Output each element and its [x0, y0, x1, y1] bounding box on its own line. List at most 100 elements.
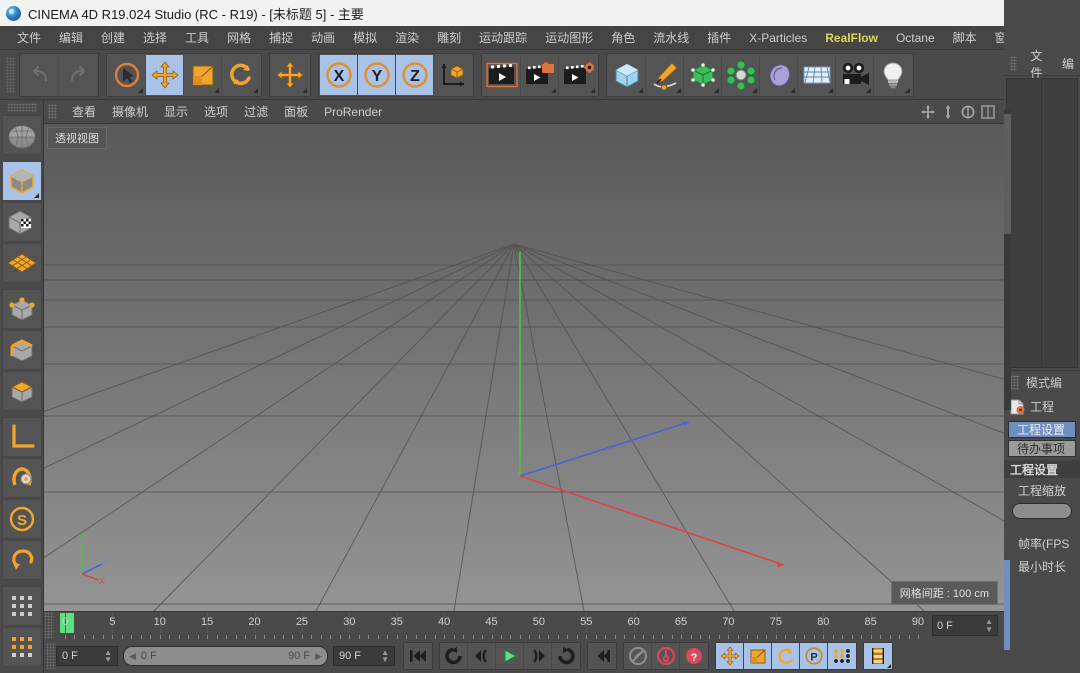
menu-item-mograph[interactable]: 运动图形: [536, 27, 602, 48]
key-rotation-icon[interactable]: [772, 643, 800, 669]
timeline-ruler[interactable]: 0 5 10 15 20 25 30 35 40 45 50 55 60 65 70 75 80 85 90: [54, 612, 928, 639]
current-frame-spinner[interactable]: ▲ ▼: [104, 649, 112, 664]
range-left-arrow-icon[interactable]: ◀: [129, 651, 136, 662]
autokey-disabled-icon[interactable]: [624, 643, 652, 669]
timeline-frame-spinner[interactable]: ▲ ▼: [985, 617, 993, 634]
live-selection-icon[interactable]: [108, 54, 146, 95]
attribute-project-row[interactable]: 工程: [1004, 394, 1080, 419]
uv-polygon-icon[interactable]: [1, 627, 42, 667]
menu-item-snap[interactable]: 捕捉: [260, 27, 302, 48]
viewport-header-grip[interactable]: [48, 104, 57, 119]
viewport-menu-view[interactable]: 查看: [64, 101, 104, 122]
go-to-end-icon[interactable]: [588, 643, 616, 669]
dolly-view-icon[interactable]: [940, 104, 956, 120]
menu-item-character[interactable]: 角色: [602, 27, 644, 48]
object-menu-edit[interactable]: 编: [1056, 53, 1080, 74]
viewport-solo-icon[interactable]: [1, 115, 42, 155]
object-manager-scrollbar-thumb[interactable]: [1004, 114, 1011, 234]
workplane-icon[interactable]: [1, 417, 42, 457]
next-key-icon[interactable]: [524, 643, 552, 669]
floor-scene-icon[interactable]: [798, 54, 836, 95]
tab-todo-items[interactable]: 待办事项: [1008, 440, 1076, 457]
menu-item-motion-tracker[interactable]: 运动跟踪: [470, 27, 536, 48]
undo-icon[interactable]: [21, 54, 59, 95]
menu-item-file[interactable]: 文件: [8, 27, 50, 48]
pan-view-icon[interactable]: [920, 104, 936, 120]
viewport-menu-filter[interactable]: 过滤: [236, 101, 276, 122]
spline-pen-icon[interactable]: [646, 54, 684, 95]
key-param-p-icon[interactable]: P: [800, 643, 828, 669]
menu-item-octane[interactable]: Octane: [887, 29, 944, 47]
key-position-icon[interactable]: [716, 643, 744, 669]
grid-polygon-icon[interactable]: [1, 243, 42, 283]
world-object-axis-icon[interactable]: [434, 54, 472, 95]
render-to-picture-viewer-icon[interactable]: [521, 54, 559, 95]
texture-axis-icon[interactable]: [1, 202, 42, 242]
play-backwards-loop-icon[interactable]: [440, 643, 468, 669]
menu-item-select[interactable]: 选择: [134, 27, 176, 48]
z-axis-icon[interactable]: Z: [396, 54, 434, 95]
attribute-menu-mode[interactable]: 模式: [1026, 374, 1050, 391]
object-manager-list[interactable]: [1006, 78, 1078, 368]
preview-range-slider[interactable]: ◀ 0 F 90 F ▶: [123, 646, 328, 666]
menu-item-script[interactable]: 脚本: [944, 27, 986, 48]
attribute-manager-grip[interactable]: [1010, 375, 1019, 390]
maximize-viewport-icon[interactable]: [980, 104, 996, 120]
move-icon[interactable]: [146, 54, 184, 95]
object-manager-scrollbar[interactable]: [1004, 110, 1011, 410]
y-axis-icon[interactable]: Y: [358, 54, 396, 95]
timeline-frame-field[interactable]: 0 F ▲ ▼: [932, 615, 998, 636]
viewport-canvas[interactable]: 透视视图 Y Z X 网格间距: 100 cm: [44, 124, 1004, 611]
menu-item-tools[interactable]: 工具: [176, 27, 218, 48]
nurbs-icon[interactable]: [684, 54, 722, 95]
timeline-grip[interactable]: [44, 612, 54, 639]
render-view-icon[interactable]: [483, 54, 521, 95]
range-right-arrow-icon[interactable]: ▶: [315, 651, 322, 662]
soft-selection-icon[interactable]: S: [1, 499, 42, 539]
menu-item-mesh[interactable]: 网格: [218, 27, 260, 48]
menu-item-plugins[interactable]: 插件: [698, 27, 740, 48]
deformer-icon[interactable]: [760, 54, 798, 95]
toolbar-grip[interactable]: [6, 56, 15, 93]
key-point-level-icon[interactable]: [828, 643, 856, 669]
menu-item-pipeline[interactable]: 流水线: [644, 27, 698, 48]
render-settings-icon[interactable]: [559, 54, 597, 95]
current-frame-input[interactable]: 0 F ▲ ▼: [56, 646, 118, 666]
key-scale-icon[interactable]: [744, 643, 772, 669]
polygon-mode-icon[interactable]: [1, 371, 42, 411]
point-mode-icon[interactable]: [1, 289, 42, 329]
transport-grip[interactable]: [46, 643, 56, 669]
undo-view-icon[interactable]: [1, 540, 42, 580]
menu-item-render[interactable]: 渲染: [386, 27, 428, 48]
preview-end-input[interactable]: 90 F ▲ ▼: [333, 646, 395, 666]
tab-project-settings[interactable]: 工程设置: [1008, 421, 1076, 438]
cube-primitive-icon[interactable]: [608, 54, 646, 95]
attribute-manager-scrollbar-thumb[interactable]: [1004, 560, 1010, 650]
camera-icon[interactable]: [836, 54, 874, 95]
viewport-menu-display[interactable]: 显示: [156, 101, 196, 122]
left-toolbar-grip[interactable]: [6, 103, 37, 112]
object-manager-grip[interactable]: [1010, 56, 1018, 71]
object-menu-file[interactable]: 文件: [1024, 45, 1056, 83]
viewport-menu-prorender[interactable]: ProRender: [316, 103, 390, 121]
viewport-menu-panel[interactable]: 面板: [276, 101, 316, 122]
previous-key-icon[interactable]: [468, 643, 496, 669]
menu-item-xparticles[interactable]: X-Particles: [740, 29, 816, 47]
menu-item-simulate[interactable]: 模拟: [344, 27, 386, 48]
viewport-menu-options[interactable]: 选项: [196, 101, 236, 122]
uv-mesh-icon[interactable]: [1, 586, 42, 626]
autokeying-icon[interactable]: ?: [680, 643, 708, 669]
snap-magnet-icon[interactable]: [1, 458, 42, 498]
scale-icon[interactable]: [184, 54, 222, 95]
keyframe-layers-icon[interactable]: [864, 643, 892, 669]
viewport-menu-camera[interactable]: 摄像机: [104, 101, 156, 122]
rotate-view-icon[interactable]: [960, 104, 976, 120]
play-forward-icon[interactable]: [496, 643, 524, 669]
array-generator-icon[interactable]: [722, 54, 760, 95]
menu-item-animate[interactable]: 动画: [302, 27, 344, 48]
menu-item-sculpt[interactable]: 雕刻: [428, 27, 470, 48]
preview-end-spinner[interactable]: ▲ ▼: [381, 649, 389, 664]
attribute-menu-edit[interactable]: 编: [1050, 374, 1062, 391]
editable-object-icon[interactable]: [1, 161, 42, 201]
record-active-objects-icon[interactable]: [652, 643, 680, 669]
